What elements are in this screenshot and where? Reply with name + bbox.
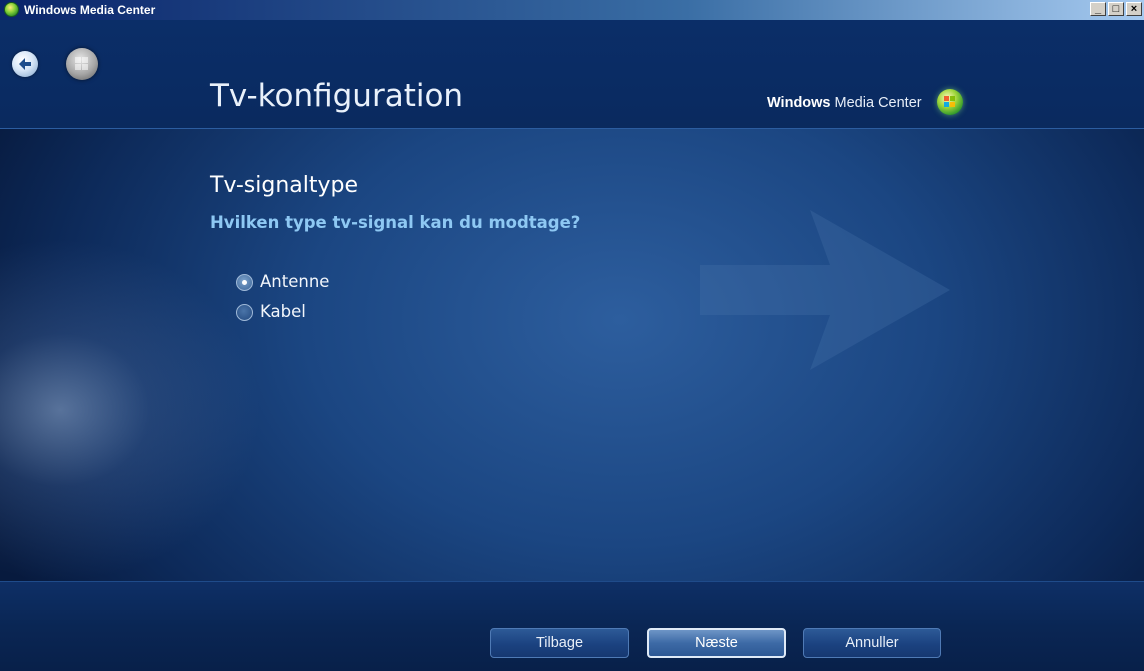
media-center-window: Windows Media Center _ □ × Tv-konfigurat… (0, 0, 1144, 671)
option-antenne[interactable]: Antenne (236, 271, 329, 293)
question-text: Hvilken type tv-signal kan du modtage? (210, 213, 581, 232)
media-center-logo-icon (937, 89, 963, 115)
radio-kabel[interactable] (236, 303, 253, 321)
large-arrow-decoration (700, 210, 950, 370)
option-label: Kabel (260, 302, 306, 321)
section-title: Tv-signaltype (210, 173, 359, 198)
media-center-content: Tv-konfiguration Windows Media Center Tv… (0, 20, 1144, 671)
option-label: Antenne (260, 272, 330, 291)
page-title: Tv-konfiguration (210, 78, 464, 114)
back-arrow-icon[interactable] (12, 51, 38, 77)
brand-rest: Media Center (830, 95, 922, 111)
next-button[interactable]: Næste (647, 628, 786, 658)
option-kabel[interactable]: Kabel (236, 301, 306, 323)
windows-start-orb-icon[interactable] (66, 48, 98, 80)
title-bar[interactable]: Windows Media Center _ □ × (0, 0, 1144, 20)
brand-bold: Windows (767, 95, 831, 111)
app-icon (4, 2, 19, 17)
header: Tv-konfiguration Windows Media Center (0, 20, 1144, 129)
maximize-button[interactable]: □ (1108, 2, 1124, 16)
window-controls: _ □ × (1088, 2, 1142, 16)
minimize-button[interactable]: _ (1090, 2, 1106, 16)
back-button[interactable]: Tilbage (490, 628, 629, 658)
radio-antenne[interactable] (236, 273, 253, 291)
window-title: Windows Media Center (24, 3, 156, 17)
brand-text: Windows Media Center (767, 93, 922, 113)
close-button[interactable]: × (1126, 2, 1142, 16)
cancel-button[interactable]: Annuller (803, 628, 941, 658)
